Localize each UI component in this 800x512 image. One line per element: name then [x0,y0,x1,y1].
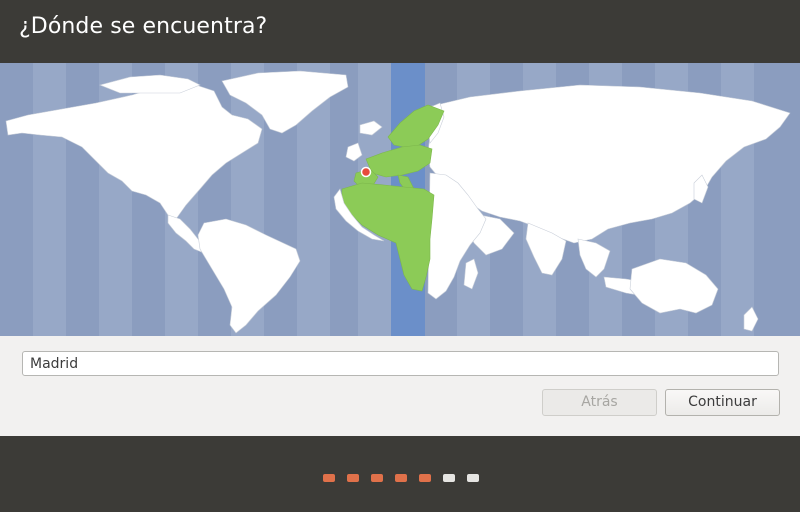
progress-dot [371,474,383,482]
progress-dot [395,474,407,482]
back-button[interactable]: Atrás [542,389,657,416]
progress-indicator [323,474,479,482]
location-panel: Atrás Continuar [0,336,800,436]
location-pin-icon[interactable] [360,166,372,178]
footer-bar [0,436,800,512]
page-title: ¿Dónde se encuentra? [19,14,268,39]
progress-dot [323,474,335,482]
location-input[interactable] [22,351,779,376]
progress-dot [347,474,359,482]
progress-dot [419,474,431,482]
title-bar: ¿Dónde se encuentra? [0,0,800,63]
world-map[interactable] [0,63,800,336]
progress-dot [443,474,455,482]
timezone-map[interactable] [0,63,800,336]
continue-button[interactable]: Continuar [665,389,780,416]
installer-window: ¿Dónde se encuentra? Madrid Atrás Contin… [0,0,800,512]
progress-dot [467,474,479,482]
